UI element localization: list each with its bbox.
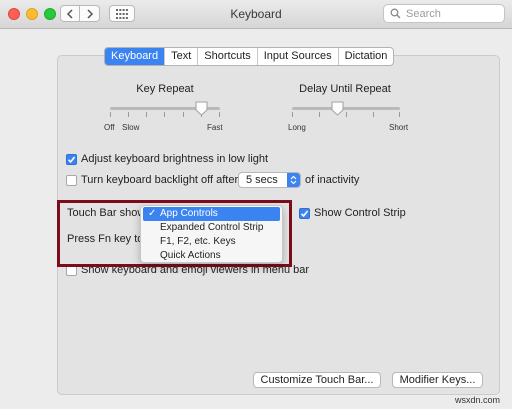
delay-until-repeat-slider-thumb[interactable] <box>331 101 344 116</box>
slider-tick <box>219 112 220 117</box>
inactivity-label-row: of inactivity <box>305 174 359 186</box>
inactivity-label: of inactivity <box>305 174 360 186</box>
menu-item-label: App Controls <box>160 208 218 219</box>
show-control-strip-label: Show Control Strip <box>314 207 406 219</box>
backlight-off-row[interactable]: Turn keyboard backlight off after <box>66 174 238 186</box>
show-control-strip-row[interactable]: Show Control Strip <box>299 207 406 219</box>
slider-tick <box>128 112 129 117</box>
window-title: Keyboard <box>230 7 282 21</box>
title-bar: Keyboard <box>0 0 512 29</box>
checkmark-icon: ✓ <box>148 208 157 219</box>
backlight-off-label: Turn keyboard backlight off after <box>81 174 239 186</box>
key-repeat-slider-thumb[interactable] <box>195 101 208 116</box>
delay-min-label: Long <box>288 123 306 132</box>
show-all-button[interactable] <box>109 5 135 22</box>
forward-button[interactable] <box>80 5 100 22</box>
slider-tick <box>346 112 347 117</box>
backlight-timeout-popup[interactable]: 5 secs <box>238 172 301 188</box>
slider-tick <box>164 112 165 117</box>
back-button[interactable] <box>60 5 80 22</box>
close-button[interactable] <box>8 8 20 20</box>
menu-item-expanded-control-strip[interactable]: Expanded Control Strip <box>141 221 282 235</box>
zoom-button[interactable] <box>44 8 56 20</box>
tab-dictation[interactable]: Dictation <box>337 48 394 65</box>
checkmark-icon <box>300 209 309 217</box>
delay-until-repeat-label: Delay Until Repeat <box>299 83 391 95</box>
checkmark-icon <box>67 155 76 163</box>
slider-tick <box>292 112 293 117</box>
updown-arrows-icon <box>287 173 300 187</box>
customize-touch-bar-button[interactable]: Customize Touch Bar... <box>253 372 381 388</box>
tab-keyboard[interactable]: Keyboard <box>105 48 165 65</box>
delay-max-label: Short <box>389 123 409 132</box>
backlight-off-checkbox[interactable] <box>66 174 77 186</box>
adjust-brightness-row[interactable]: Adjust keyboard brightness in low light <box>66 153 268 165</box>
menu-item-function-keys[interactable]: F1, F2, etc. Keys <box>141 235 282 249</box>
tab-bar: Keyboard Text Shortcuts Input Sources Di… <box>104 47 395 66</box>
backlight-timeout-value: 5 secs <box>246 174 278 186</box>
chevron-right-icon <box>86 8 93 19</box>
key-repeat-max-label: Fast <box>207 123 223 132</box>
key-repeat-label: Key Repeat <box>136 83 194 95</box>
adjust-brightness-label: Adjust keyboard brightness in low light <box>81 153 269 165</box>
search-input[interactable] <box>406 7 498 20</box>
slider-tick <box>183 112 184 117</box>
search-icon <box>390 8 401 19</box>
menu-item-app-controls[interactable]: ✓ App Controls <box>143 207 280 221</box>
slider-tick <box>146 112 147 117</box>
grid-icon <box>116 8 128 19</box>
keyboard-preferences-window: Keyboard Keyboard Text Shortcuts Input S… <box>0 0 512 409</box>
key-repeat-slow-label: Slow <box>122 123 140 132</box>
slider-tick <box>373 112 374 117</box>
slider-tick <box>110 112 111 117</box>
slider-tick <box>319 112 320 117</box>
tab-text[interactable]: Text <box>164 48 197 65</box>
watermark: wsxdn.com <box>455 395 501 405</box>
tab-input-sources[interactable]: Input Sources <box>256 48 338 65</box>
delay-until-repeat-slider-track[interactable] <box>292 107 400 110</box>
modifier-keys-button[interactable]: Modifier Keys... <box>392 372 483 388</box>
chevron-left-icon <box>66 8 73 19</box>
touch-bar-dropdown-menu[interactable]: ✓ App Controls Expanded Control Strip F1… <box>140 205 283 263</box>
key-repeat-min-label: Off <box>104 123 115 132</box>
adjust-brightness-checkbox[interactable] <box>66 153 77 165</box>
tab-shortcuts[interactable]: Shortcuts <box>197 48 256 65</box>
search-field[interactable] <box>383 4 505 23</box>
slider-tick <box>399 112 400 117</box>
menu-item-quick-actions[interactable]: Quick Actions <box>141 249 282 263</box>
minimize-button[interactable] <box>26 8 38 20</box>
show-control-strip-checkbox[interactable] <box>299 207 310 219</box>
